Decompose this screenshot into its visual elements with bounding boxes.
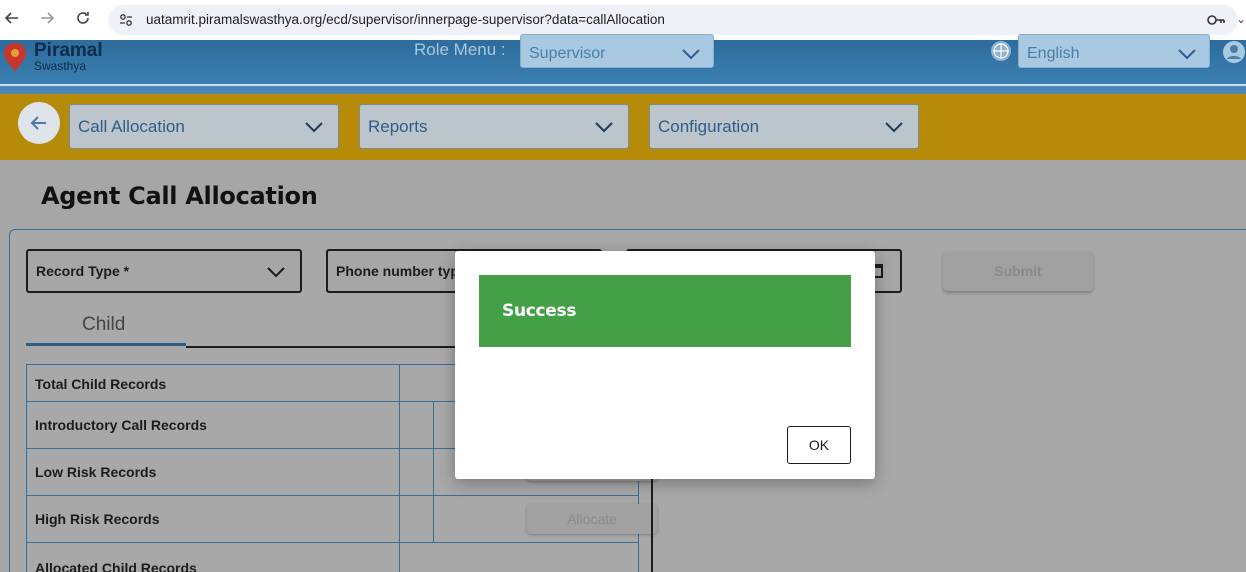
dialog-title: Success bbox=[502, 301, 577, 321]
role-select[interactable]: Supervisor bbox=[520, 34, 714, 68]
dialog-header: Success bbox=[479, 275, 851, 347]
row-label: Introductory Call Records bbox=[35, 417, 207, 433]
user-avatar-icon[interactable] bbox=[1222, 40, 1246, 64]
row-label: Total Child Records bbox=[35, 376, 167, 392]
submit-button[interactable]: Submit bbox=[943, 251, 1093, 291]
role-menu-label: Role Menu : bbox=[414, 40, 506, 59]
table-row: High Risk Records Allocate bbox=[27, 496, 657, 543]
column-divider bbox=[433, 402, 434, 543]
password-key-icon[interactable] bbox=[1206, 12, 1226, 28]
record-type-select[interactable]: Record Type * bbox=[26, 249, 302, 293]
tab-child[interactable]: Child bbox=[26, 308, 186, 346]
url-text: uatamrit.piramalswasthya.org/ecd/supervi… bbox=[146, 12, 665, 27]
chevron-down-icon bbox=[885, 122, 903, 133]
language-select[interactable]: English bbox=[1018, 34, 1210, 68]
menu-bar: Call Allocation Reports Configuration bbox=[0, 94, 1246, 160]
back-arrow-icon[interactable] bbox=[0, 8, 24, 32]
row-label: Allocated Child Records bbox=[35, 560, 197, 572]
chevron-down-icon bbox=[305, 122, 323, 133]
ok-button[interactable]: OK bbox=[787, 426, 851, 464]
app-header: Piramal Swasthya Role Menu : Supervisor … bbox=[0, 34, 1246, 84]
allocate-button[interactable]: Allocate bbox=[527, 504, 657, 534]
tab-child-label: Child bbox=[82, 314, 126, 335]
menu-item-label: Call Allocation bbox=[78, 117, 185, 136]
menu-chevron-icon[interactable]: ⌄ bbox=[1236, 12, 1246, 26]
logo-sub: Swasthya bbox=[34, 59, 87, 73]
column-divider bbox=[399, 365, 400, 572]
row-label: Low Risk Records bbox=[35, 464, 157, 480]
table-row: Allocated Child Records bbox=[27, 543, 638, 572]
chevron-down-icon bbox=[595, 122, 613, 133]
arrow-left-icon bbox=[30, 116, 46, 130]
row-label: High Risk Records bbox=[35, 511, 160, 527]
address-bar[interactable]: uatamrit.piramalswasthya.org/ecd/supervi… bbox=[108, 5, 1238, 35]
chevron-down-icon bbox=[1178, 49, 1196, 60]
menu-item-label: Reports bbox=[368, 117, 428, 136]
chevron-down-icon bbox=[682, 49, 700, 60]
back-button[interactable] bbox=[18, 102, 60, 144]
success-dialog: Success OK bbox=[455, 251, 875, 479]
forward-arrow-icon[interactable] bbox=[35, 8, 59, 32]
piramal-logo-icon bbox=[4, 43, 26, 71]
call-allocation-menu[interactable]: Call Allocation bbox=[69, 104, 339, 149]
role-select-value: Supervisor bbox=[529, 45, 606, 62]
reports-menu[interactable]: Reports bbox=[359, 104, 629, 149]
record-type-label: Record Type * bbox=[36, 263, 130, 279]
configuration-menu[interactable]: Configuration bbox=[649, 104, 919, 149]
menu-item-label: Configuration bbox=[658, 117, 760, 136]
language-select-value: English bbox=[1027, 45, 1080, 62]
page-title: Agent Call Allocation bbox=[41, 182, 318, 210]
header-divider bbox=[0, 84, 1246, 94]
site-info-icon[interactable] bbox=[118, 12, 134, 28]
phone-number-type-label: Phone number type bbox=[336, 263, 467, 279]
reload-icon[interactable] bbox=[71, 8, 95, 32]
chevron-down-icon bbox=[267, 267, 285, 278]
globe-icon bbox=[991, 41, 1011, 61]
